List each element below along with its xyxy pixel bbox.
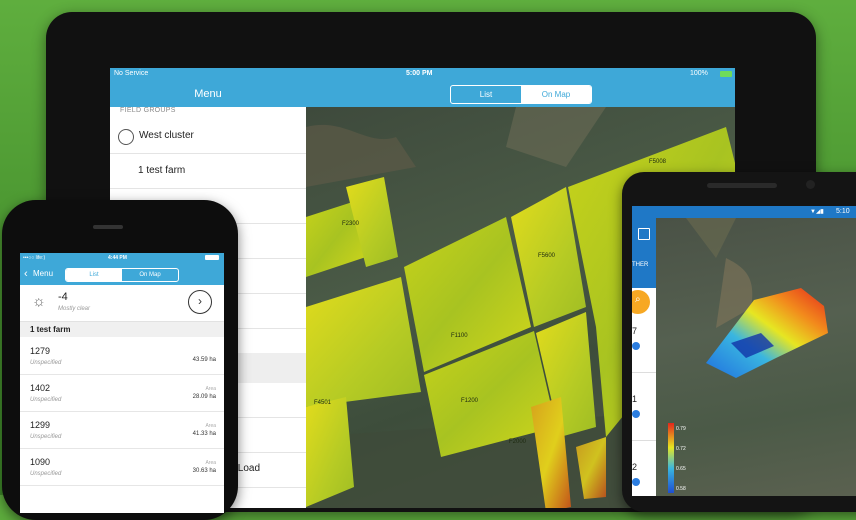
android-screen: ▼◢▮ 5:10 THER ⌕ 7 1 2 0.79 0.72 0.65 0.5… <box>632 206 856 496</box>
scale-value: 0.58 <box>676 486 686 492</box>
chevron-right-icon[interactable]: › <box>188 290 212 314</box>
field-label: F2300 <box>342 221 360 227</box>
weather-row: ☼ -4 Mostly clear › <box>20 285 224 322</box>
farm-section-header: 1 test farm <box>20 322 224 337</box>
field-crop: Unspecified <box>30 360 62 366</box>
field-name: 1402 <box>30 383 51 393</box>
list-number: 7 <box>632 326 638 336</box>
farm-header-label: 1 test farm <box>30 325 71 334</box>
field-area: 41.33 ha <box>192 431 216 437</box>
field-crop: Unspecified <box>30 397 62 403</box>
field-label: F5008 <box>649 159 667 165</box>
field-polygon[interactable] <box>306 277 421 407</box>
field-row[interactable]: 1402 Unspecified Area 28.09 ha <box>20 375 224 412</box>
temperature: -4 <box>58 291 68 303</box>
iphone-nav-bar: ‹ Menu List On Map <box>20 263 224 285</box>
search-icon: ⌕ <box>635 294 641 305</box>
sun-icon: ☼ <box>32 293 46 310</box>
map-icon[interactable] <box>638 228 650 240</box>
area-label: Area <box>205 460 216 466</box>
clock-text: 5:00 PM <box>406 70 433 77</box>
check-icon <box>632 410 640 418</box>
battery-icon <box>720 71 732 77</box>
field-label: F2000 <box>509 439 527 445</box>
view-switch: List On Map <box>65 268 179 282</box>
field-label: F4501 <box>314 400 332 406</box>
carrier-text: •••○○ life:) <box>23 255 46 261</box>
weather-label: THER <box>632 262 649 268</box>
field-area: 30.63 ha <box>192 468 216 474</box>
legend-scale-bar <box>668 423 674 493</box>
scale-value: 0.72 <box>676 446 686 452</box>
check-icon <box>632 342 640 350</box>
menu-title: Menu <box>194 88 222 100</box>
field-label: F1200 <box>461 398 479 404</box>
toolbar: THER <box>632 218 656 288</box>
clock-text: 4:44 PM <box>108 255 127 261</box>
group-label: West cluster <box>139 130 194 141</box>
divider <box>632 440 656 441</box>
field-label: F1100 <box>451 333 468 339</box>
field-name: 1299 <box>30 420 51 430</box>
speaker-grill <box>707 183 777 188</box>
tab-on-map[interactable]: On Map <box>521 86 591 103</box>
search-button[interactable]: ⌕ <box>632 290 650 314</box>
farm-label: 1 test farm <box>138 165 186 176</box>
tablet-status-bar: No Service 5:00 PM 100% <box>110 68 735 81</box>
field-row[interactable]: 1090 Unspecified Area 30.63 ha <box>20 449 224 486</box>
area-label: Area <box>205 386 216 392</box>
iphone-status-bar: •••○○ life:) 4:44 PM <box>20 253 224 263</box>
tab-on-map[interactable]: On Map <box>122 269 178 281</box>
tab-list[interactable]: List <box>451 86 521 103</box>
back-button[interactable]: Menu <box>33 269 53 278</box>
group-item-west-cluster[interactable]: West cluster <box>110 119 306 154</box>
list-number: 2 <box>632 462 638 472</box>
scale-value: 0.65 <box>676 466 686 472</box>
farm-item[interactable]: 1 test farm <box>110 154 306 189</box>
list-number: 1 <box>632 394 638 404</box>
speaker-grill <box>93 225 123 229</box>
group-icon <box>118 129 134 145</box>
field-crop: Unspecified <box>30 434 62 440</box>
tab-list[interactable]: List <box>66 269 122 281</box>
scale-value: 0.79 <box>676 426 686 432</box>
field-crop: Unspecified <box>30 471 62 477</box>
list-panel: THER ⌕ 7 1 2 <box>632 218 656 496</box>
iphone-screen: •••○○ life:) 4:44 PM ‹ Menu List On Map … <box>20 253 224 513</box>
field-name: 1090 <box>30 457 51 467</box>
battery-text: 100% <box>690 70 708 77</box>
field-groups-header: FIELD GROUPS <box>120 107 176 114</box>
field-row[interactable]: 1279 Unspecified 43.59 ha <box>20 338 224 375</box>
android-map[interactable]: 0.79 0.72 0.65 0.58 <box>656 218 856 496</box>
back-chevron-icon[interactable]: ‹ <box>24 268 28 280</box>
field-label: F5600 <box>538 253 556 259</box>
clock-text: 5:10 <box>836 208 850 215</box>
camera-icon <box>806 180 815 189</box>
area-label: Area <box>205 423 216 429</box>
signal-icon: ▼◢▮ <box>810 209 824 215</box>
view-switch: List On Map <box>450 85 592 104</box>
carrier-text: No Service <box>114 70 149 77</box>
tablet-nav-bar: Menu List On Map <box>110 81 735 107</box>
field-area: 43.59 ha <box>192 357 216 363</box>
zone-map-svg: 0.79 0.72 0.65 0.58 <box>668 218 828 493</box>
divider <box>632 372 656 373</box>
battery-icon <box>205 255 219 260</box>
android-status-bar: ▼◢▮ 5:10 <box>632 206 856 218</box>
field-row[interactable]: 1299 Unspecified Area 41.33 ha <box>20 412 224 449</box>
field-area: 28.09 ha <box>192 394 216 400</box>
weather-condition: Mostly clear <box>58 306 91 312</box>
field-name: 1279 <box>30 346 51 356</box>
check-icon <box>632 478 640 486</box>
